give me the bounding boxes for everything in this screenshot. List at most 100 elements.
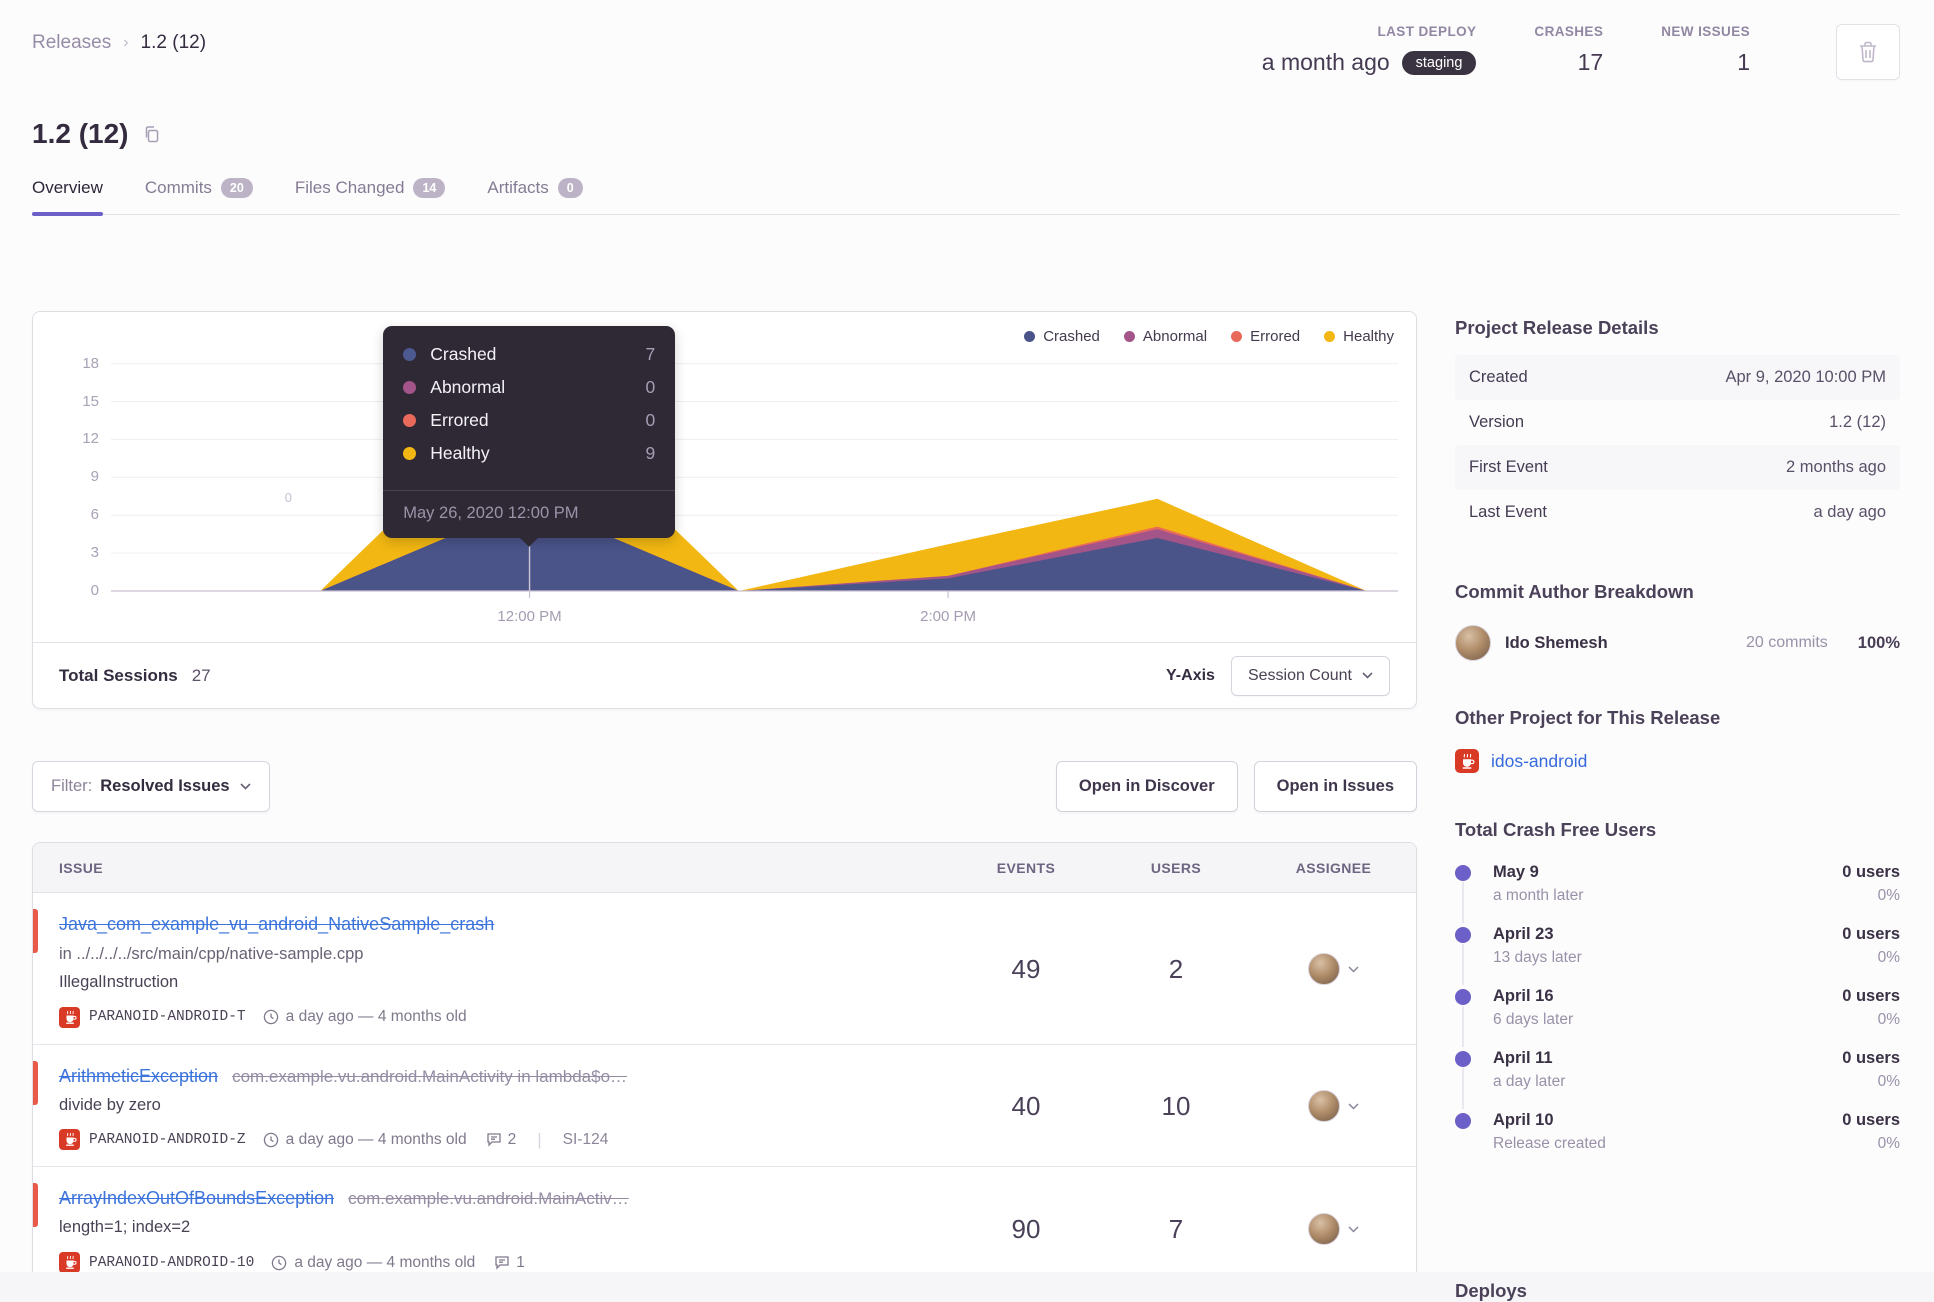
crash-free-pct: 0% — [1877, 949, 1900, 966]
crash-free-heading: Total Crash Free Users — [1455, 819, 1657, 840]
issue-level-indicator — [33, 909, 38, 953]
chevron-down-icon[interactable] — [1348, 1226, 1359, 1233]
comment-count: 1 — [516, 1253, 525, 1271]
issue-location: in ../../../../src/main/cpp/native-sampl… — [59, 945, 364, 963]
tooltip-series-dot — [403, 348, 417, 361]
open-in-discover-button[interactable]: Open in Discover — [1055, 761, 1238, 812]
open-in-issues-button[interactable]: Open in Issues — [1253, 761, 1417, 812]
filter-selected-value: Resolved Issues — [100, 777, 230, 795]
sessions-chart[interactable]: Crashed Abnormal Errored Healthy 0 3 6 9 12 15 18… — [33, 312, 1416, 642]
tab-files-changed-label: Files Changed — [294, 178, 405, 197]
list-item: April 11 0 users a day later 0% — [1455, 1049, 1900, 1109]
issue-title-link[interactable]: ArrayIndexOutOfBoundsException — [59, 1188, 334, 1208]
project-slug[interactable]: PARANOID-ANDROID-T — [89, 1009, 246, 1025]
assignee-avatar[interactable] — [1308, 1213, 1340, 1246]
crash-free-timeline: May 9 0 users a month later 0% April 23 0 u… — [1455, 863, 1900, 1153]
tooltip-timestamp: May 26, 2020 12:00 PM — [383, 490, 676, 538]
list-item: April 10 0 users Release created 0% — [1455, 1111, 1900, 1153]
y-axis-select[interactable]: Session Count — [1230, 655, 1390, 696]
clock-icon — [271, 1255, 287, 1271]
issues-table-header: ISSUE EVENTS USERS ASSIGNEE — [33, 843, 1416, 893]
y-axis-tick-label: 18 — [82, 354, 99, 372]
crash-free-sub: a day later — [1493, 1073, 1566, 1090]
table-row: Java_com_example_vu_android_NativeSample… — [33, 893, 1416, 1045]
author-name: Ido Shemesh — [1505, 633, 1608, 652]
clock-icon — [263, 1132, 279, 1148]
filter-prefix-label: Filter: — [51, 777, 93, 795]
issue-age: a day ago — 4 months old — [294, 1253, 476, 1271]
stacked-area-chart — [111, 332, 1398, 592]
detail-key: Created — [1469, 368, 1528, 386]
copy-icon[interactable] — [143, 125, 161, 143]
tab-files-changed[interactable]: Files Changed 14 — [295, 178, 446, 214]
issue-culprit: com.example.vu.android.MainActiv… — [348, 1189, 629, 1209]
y-axis-tick-label: 12 — [82, 430, 99, 448]
issue-events-count: 49 — [1011, 953, 1041, 984]
issue-users-count: 10 — [1161, 1090, 1191, 1121]
crash-free-pct: 0% — [1877, 1011, 1900, 1028]
chevron-down-icon[interactable] — [1348, 1103, 1359, 1110]
chevron-down-icon[interactable] — [1348, 966, 1359, 973]
breadcrumb: Releases › 1.2 (12) — [32, 24, 206, 54]
breadcrumb-releases-link[interactable]: Releases — [32, 32, 111, 54]
issue-events-count: 40 — [1011, 1090, 1041, 1121]
legend-item-healthy[interactable]: Healthy — [1324, 328, 1394, 345]
crash-free-pct: 0% — [1877, 887, 1900, 904]
project-slug[interactable]: PARANOID-ANDROID-Z — [89, 1132, 246, 1148]
crash-free-sub: Release created — [1493, 1135, 1606, 1152]
tab-commits[interactable]: Commits 20 — [145, 178, 253, 214]
column-header-events: EVENTS — [996, 859, 1056, 876]
y-axis-tick-label: 15 — [82, 392, 99, 410]
total-sessions-value: 27 — [191, 665, 211, 685]
issue-users-count: 2 — [1168, 953, 1184, 984]
java-coffee-icon — [59, 1129, 80, 1151]
legend-label: Healthy — [1343, 328, 1394, 345]
tab-artifacts[interactable]: Artifacts 0 — [487, 178, 583, 214]
tab-files-changed-badge: 14 — [413, 178, 446, 198]
legend-item-crashed[interactable]: Crashed — [1024, 328, 1100, 345]
y-axis-tick-label: 0 — [90, 582, 99, 599]
assignee-avatar[interactable] — [1308, 953, 1340, 986]
crash-free-users: 0 users — [1842, 1111, 1900, 1129]
issue-age: a day ago — 4 months old — [285, 1008, 467, 1025]
tab-artifacts-badge: 0 — [557, 178, 583, 198]
timeline-connector — [1462, 1068, 1464, 1109]
legend-item-errored[interactable]: Errored — [1231, 328, 1300, 345]
timeline-connector — [1462, 882, 1464, 923]
other-project-link[interactable]: idos-android — [1491, 751, 1587, 772]
issue-events-count: 90 — [1011, 1213, 1041, 1244]
clock-icon — [263, 1009, 279, 1025]
release-sidebar: Project Release Details Created Apr 9, 2… — [1455, 311, 1900, 1173]
issue-level-indicator — [33, 1060, 38, 1105]
tooltip-series-label: Crashed — [430, 344, 497, 364]
total-sessions-label: Total Sessions — [59, 665, 178, 685]
trash-icon — [1858, 41, 1878, 63]
detail-key: First Event — [1469, 458, 1548, 476]
chart-plot-area[interactable]: 0 Crashed 7 Abnormal 0 Errored 0 Healthy 9 May … — [111, 326, 1398, 625]
project-slug[interactable]: PARANOID-ANDROID-10 — [89, 1255, 254, 1271]
legend-label: Abnormal — [1142, 328, 1208, 345]
issue-title-link[interactable]: ArithmeticException — [59, 1066, 218, 1086]
java-coffee-icon — [1455, 749, 1479, 773]
crash-free-date: April 11 — [1493, 1049, 1553, 1067]
detail-key: Version — [1469, 413, 1525, 431]
detail-row-version: Version 1.2 (12) — [1455, 400, 1900, 445]
tooltip-row: Healthy 9 — [403, 443, 655, 464]
issue-title-link[interactable]: Java_com_example_vu_android_NativeSample… — [59, 914, 494, 934]
legend-dot — [1123, 331, 1135, 342]
delete-release-button[interactable] — [1836, 24, 1900, 80]
header-stats: LAST DEPLOY a month ago staging CRASHES … — [1262, 24, 1900, 80]
tooltip-series-value: 0 — [645, 410, 656, 430]
tab-overview[interactable]: Overview — [32, 178, 103, 216]
chevron-down-icon — [1362, 672, 1373, 679]
legend-item-abnormal[interactable]: Abnormal — [1123, 328, 1208, 345]
issues-filter-select[interactable]: Filter: Resolved Issues — [32, 761, 270, 812]
breadcrumb-chevron-icon: › — [123, 34, 129, 51]
legend-dot — [1231, 331, 1243, 342]
detail-value: Apr 9, 2020 10:00 PM — [1725, 368, 1886, 386]
assignee-avatar[interactable] — [1308, 1090, 1340, 1123]
stat-last-deploy-label: LAST DEPLOY — [1377, 24, 1477, 39]
divider: | — [537, 1129, 542, 1149]
tooltip-series-dot — [403, 447, 417, 460]
chevron-down-icon — [240, 783, 251, 790]
